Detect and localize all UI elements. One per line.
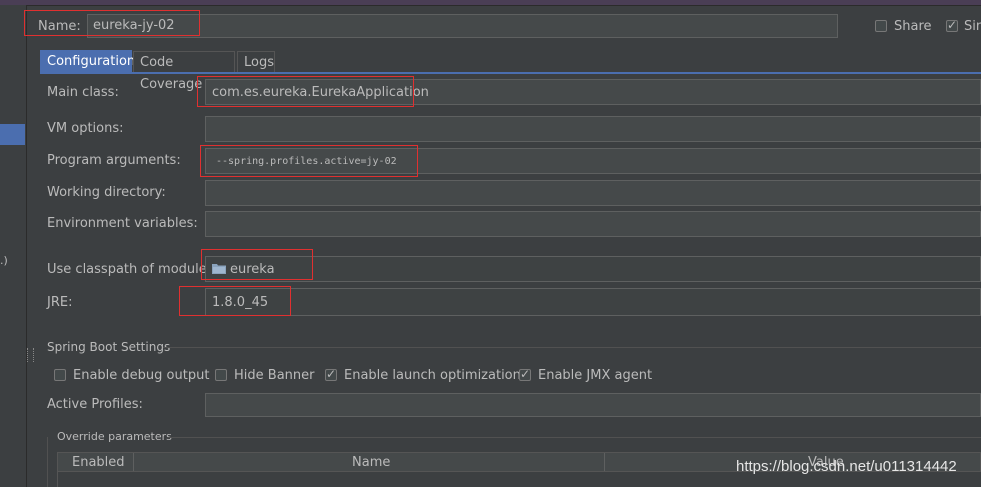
environment-variables-label: Environment variables: — [47, 216, 198, 231]
highlight-box-classpath — [201, 249, 313, 280]
active-profiles-input[interactable] — [205, 393, 981, 417]
classpath-module-dropdown[interactable]: eureka — [205, 256, 981, 282]
hide-banner-checkbox[interactable] — [215, 369, 227, 381]
highlight-box-program-arguments — [200, 145, 418, 177]
spring-boot-settings-separator — [163, 347, 981, 348]
column-header-enabled[interactable]: Enabled — [72, 455, 125, 470]
enable-launch-optimization-checkbox[interactable] — [325, 367, 337, 381]
enable-jmx-agent-checkbox[interactable] — [519, 367, 531, 381]
tree-item-fragment: .) — [0, 254, 8, 267]
tab-underline — [40, 72, 981, 74]
column-divider — [604, 453, 605, 471]
share-checkbox[interactable] — [875, 20, 887, 32]
single-instance-checkbox[interactable] — [946, 18, 958, 32]
spring-boot-settings-title: Spring Boot Settings — [47, 340, 171, 354]
working-directory-input[interactable] — [205, 180, 981, 206]
enable-jmx-agent-label: Enable JMX agent — [538, 368, 653, 383]
highlight-box-jre — [179, 286, 291, 316]
panel-splitter-handle[interactable] — [27, 348, 34, 362]
enable-debug-output-label: Enable debug output — [73, 368, 210, 383]
configurations-tree-panel — [0, 5, 27, 487]
column-header-name[interactable]: Name — [352, 455, 390, 470]
single-instance-label: Sin — [964, 19, 981, 34]
tab-logs[interactable]: Logs — [237, 51, 275, 73]
window-title-strip — [0, 0, 981, 6]
enable-debug-output-checkbox[interactable] — [54, 369, 66, 381]
classpath-module-label: Use classpath of module: — [47, 262, 212, 277]
tab-configuration[interactable]: Configuration — [40, 50, 135, 72]
override-parameters-border-left — [47, 437, 48, 487]
program-arguments-label: Program arguments: — [47, 153, 181, 168]
jre-dropdown[interactable]: 1.8.0_45 — [205, 288, 981, 316]
jre-label: JRE: — [47, 295, 73, 310]
override-parameters-title: Override parameters — [57, 430, 172, 443]
enable-launch-optimization-label: Enable launch optimization — [344, 368, 521, 383]
vm-options-label: VM options: — [47, 121, 124, 136]
share-label: Share — [894, 19, 932, 34]
active-profiles-label: Active Profiles: — [47, 397, 143, 412]
column-divider — [133, 453, 134, 471]
selected-tree-item[interactable] — [0, 124, 25, 145]
override-parameters-separator — [168, 437, 981, 438]
working-directory-label: Working directory: — [47, 185, 166, 200]
highlight-box-main-class — [197, 76, 414, 107]
watermark-text: https://blog.csdn.net/u011314442 — [736, 458, 957, 475]
environment-variables-input[interactable] — [205, 211, 981, 237]
hide-banner-label: Hide Banner — [234, 368, 315, 383]
main-class-label: Main class: — [47, 85, 119, 100]
highlight-box-name — [24, 10, 200, 36]
vm-options-input[interactable] — [205, 116, 981, 142]
tab-code-coverage[interactable]: Code Coverage — [133, 51, 235, 92]
